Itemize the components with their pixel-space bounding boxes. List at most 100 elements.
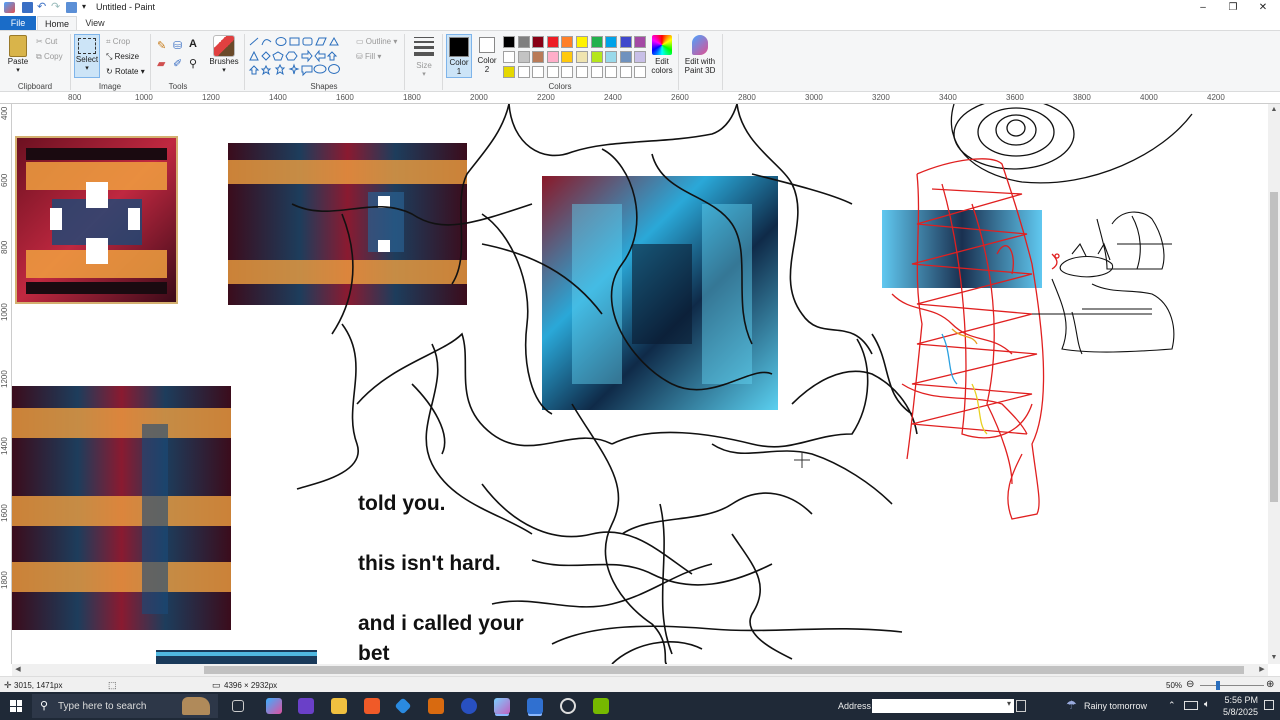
- scroll-right-icon[interactable]: ▶: [1256, 664, 1268, 676]
- windows-start-icon[interactable]: [10, 700, 22, 712]
- palette-swatch[interactable]: [517, 36, 530, 48]
- color1-button[interactable]: Color 1: [446, 34, 472, 78]
- palette-swatch[interactable]: [576, 36, 588, 48]
- palette-swatch[interactable]: [634, 66, 647, 78]
- redo-icon[interactable]: ↷: [51, 2, 62, 13]
- quick-access-icon[interactable]: [66, 2, 77, 13]
- horizontal-scroll-thumb[interactable]: [204, 666, 1244, 674]
- palette-swatch[interactable]: [619, 66, 632, 78]
- palette-swatch[interactable]: [503, 36, 515, 48]
- weather-text[interactable]: Rainy tomorrow: [1084, 701, 1147, 711]
- palette-swatch[interactable]: [532, 66, 545, 78]
- edit-colors-button[interactable]: Edit colors: [648, 35, 676, 75]
- size-button[interactable]: Size ▾: [410, 37, 438, 78]
- zoom-slider-thumb[interactable]: [1216, 681, 1220, 690]
- pencil-icon[interactable]: ✎: [157, 39, 166, 52]
- palette-swatch[interactable]: [619, 36, 632, 48]
- horizontal-scrollbar[interactable]: ◀ ▶: [12, 664, 1268, 676]
- tab-view[interactable]: View: [80, 16, 110, 30]
- app-icon-round[interactable]: [461, 698, 477, 714]
- color-picker-icon[interactable]: ✐: [173, 57, 182, 70]
- resize-button[interactable]: ⤡ Resize: [106, 52, 139, 62]
- palette-swatch[interactable]: [503, 51, 515, 63]
- palette-swatch[interactable]: [517, 66, 530, 78]
- cut-button[interactable]: ✂ Cut: [36, 37, 57, 46]
- palette-swatch[interactable]: [546, 66, 559, 78]
- taskbar-search-box[interactable]: ⚲ Type here to search: [32, 694, 218, 718]
- brushes-button[interactable]: Brushes ▾: [208, 35, 240, 74]
- outline-button[interactable]: ▭ Outline ▾: [356, 37, 397, 46]
- tab-file[interactable]: File: [0, 16, 36, 30]
- crop-button[interactable]: ⌗ Crop: [106, 37, 130, 47]
- keyboard-icon[interactable]: [1184, 701, 1198, 710]
- file-explorer-icon[interactable]: [331, 698, 347, 714]
- palette-swatch[interactable]: [605, 66, 618, 78]
- fill-button[interactable]: ⛁ Fill ▾: [356, 52, 381, 61]
- palette-swatch[interactable]: [590, 51, 603, 63]
- scroll-left-icon[interactable]: ◀: [12, 664, 24, 676]
- notifications-icon[interactable]: [1264, 700, 1274, 710]
- app-icon-purple[interactable]: [298, 698, 314, 714]
- palette-swatch[interactable]: [605, 51, 618, 63]
- app-icon-blue-diamond[interactable]: [394, 697, 412, 715]
- color2-button[interactable]: Color 2: [475, 37, 499, 74]
- eraser-icon[interactable]: ▰: [157, 57, 165, 70]
- fill-icon[interactable]: ⛁: [173, 39, 182, 52]
- select-button[interactable]: Select ▾: [74, 34, 100, 78]
- palette-swatch[interactable]: [546, 51, 559, 63]
- tab-home[interactable]: Home: [37, 16, 77, 30]
- shapes-gallery[interactable]: [248, 36, 344, 80]
- brave-browser-icon[interactable]: [364, 698, 380, 714]
- task-view-icon[interactable]: [232, 700, 244, 712]
- palette-swatch[interactable]: [605, 36, 618, 48]
- address-input[interactable]: ▾: [872, 699, 1014, 713]
- palette-swatch[interactable]: [546, 36, 559, 48]
- magnifier-icon[interactable]: ⚲: [189, 57, 197, 70]
- media-player-icon[interactable]: [560, 698, 576, 714]
- text-icon[interactable]: A: [189, 38, 197, 50]
- paste-button[interactable]: Paste ▾: [4, 35, 32, 74]
- paint3d-button[interactable]: Edit with Paint 3D: [682, 35, 718, 75]
- close-button[interactable]: ✕: [1248, 0, 1278, 16]
- minimize-button[interactable]: –: [1188, 0, 1218, 16]
- vertical-scroll-thumb[interactable]: [1270, 192, 1278, 502]
- customize-qa-icon[interactable]: ▾: [82, 2, 93, 13]
- nvidia-icon[interactable]: [593, 698, 609, 714]
- zoom-in-icon[interactable]: ⊕: [1266, 679, 1274, 690]
- palette-swatch[interactable]: [576, 51, 588, 63]
- maximize-button[interactable]: ❐: [1218, 0, 1248, 16]
- copy-button[interactable]: ⧉ Copy: [36, 52, 63, 62]
- palette-swatch[interactable]: [561, 66, 574, 78]
- palette-swatch[interactable]: [619, 51, 632, 63]
- app-icon-window[interactable]: [527, 698, 543, 714]
- palette-swatch[interactable]: [532, 36, 545, 48]
- scroll-up-icon[interactable]: ▲: [1268, 104, 1280, 116]
- copilot-icon[interactable]: [266, 698, 282, 714]
- paint-taskbar-icon[interactable]: [494, 698, 510, 714]
- clock-time[interactable]: 5:56 PM: [1214, 695, 1258, 705]
- tray-expand-icon[interactable]: ⌃: [1168, 700, 1176, 711]
- drawing-canvas[interactable]: [12, 104, 1268, 664]
- weather-icon[interactable]: ☂: [1066, 698, 1077, 712]
- canvas-area[interactable]: told you. this isn't hard. and i called …: [12, 104, 1268, 664]
- palette-swatch[interactable]: [532, 51, 545, 63]
- address-go-icon[interactable]: [1016, 700, 1026, 712]
- save-icon[interactable]: [22, 2, 33, 13]
- palette-swatch[interactable]: [634, 36, 647, 48]
- app-icon-orange[interactable]: [428, 698, 444, 714]
- zoom-out-icon[interactable]: ⊖: [1186, 679, 1194, 690]
- palette-swatch[interactable]: [561, 51, 574, 63]
- vertical-scrollbar[interactable]: ▲ ▼: [1268, 104, 1280, 664]
- rotate-button[interactable]: ↻ Rotate ▾: [106, 67, 145, 76]
- undo-icon[interactable]: ↶: [37, 2, 48, 13]
- zoom-slider[interactable]: [1200, 681, 1264, 690]
- palette-swatch[interactable]: [634, 51, 647, 63]
- palette-swatch[interactable]: [517, 51, 530, 63]
- palette-swatch[interactable]: [503, 66, 515, 78]
- palette-swatch[interactable]: [576, 66, 588, 78]
- clock-date[interactable]: 5/8/2025: [1200, 707, 1258, 717]
- address-dropdown-icon[interactable]: ▾: [1007, 699, 1011, 708]
- scroll-down-icon[interactable]: ▼: [1268, 652, 1280, 664]
- palette-swatch[interactable]: [590, 66, 603, 78]
- palette-swatch[interactable]: [561, 36, 574, 48]
